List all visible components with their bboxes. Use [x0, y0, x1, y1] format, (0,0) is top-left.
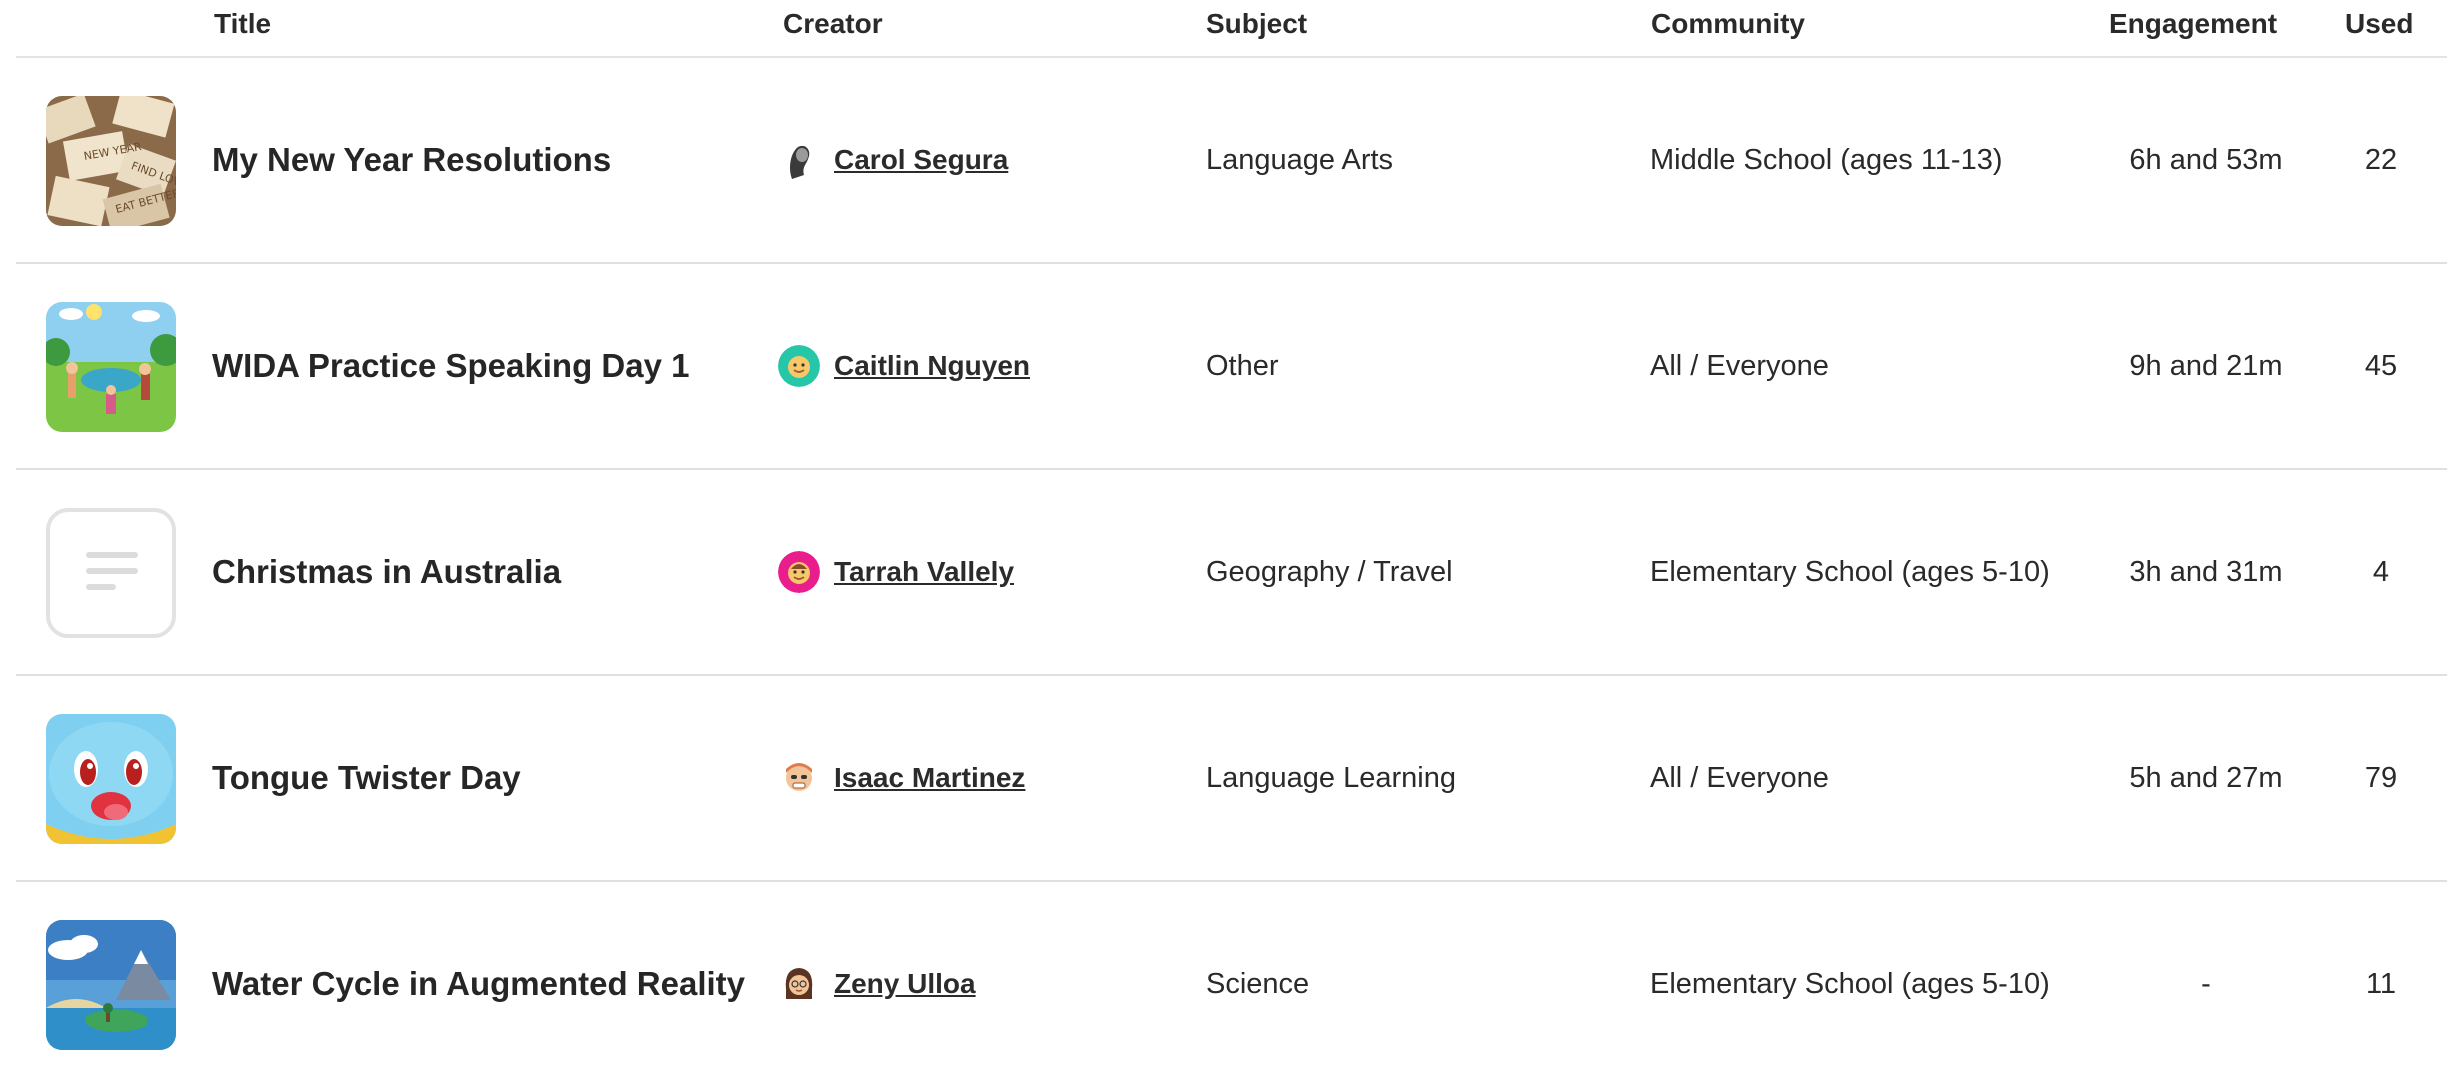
header-engagement[interactable]: Engagement [2109, 8, 2277, 40]
park-scene-thumbnail[interactable] [46, 302, 176, 432]
lesson-title[interactable]: Water Cycle in Augmented Reality [212, 882, 745, 1086]
emoji-avatar [778, 757, 820, 799]
subject: Language Learning [1206, 761, 1456, 794]
creator: Caitlin Nguyen [778, 264, 1030, 468]
creator-name-link[interactable]: Isaac Martinez [834, 762, 1025, 794]
community: Middle School (ages 11-13) [1650, 143, 2003, 176]
new-year-notes-thumbnail[interactable]: NEW YEAR FIND LOVE EAT BETTER [46, 96, 176, 226]
lesson-title[interactable]: My New Year Resolutions [212, 58, 611, 262]
creator: Isaac Martinez [778, 676, 1025, 880]
table-row[interactable]: Christmas in Australia Tarrah Vallely Ge… [16, 470, 2447, 676]
creator: Tarrah Vallely [778, 470, 1014, 674]
subject: Science [1206, 967, 1310, 1000]
creator-name-link[interactable]: Caitlin Nguyen [834, 350, 1030, 382]
header-creator[interactable]: Creator [783, 8, 883, 40]
profile-photo-avatar [778, 139, 820, 181]
table-row[interactable]: NEW YEAR FIND LOVE EAT BETTER My New Yea… [16, 58, 2447, 264]
used-count: 22 [2364, 143, 2398, 176]
lesson-title[interactable]: Christmas in Australia [212, 470, 561, 674]
community: All / Everyone [1650, 761, 1829, 794]
used-count: 11 [2365, 967, 2397, 1000]
header-community[interactable]: Community [1651, 8, 1805, 40]
emoji-avatar [778, 551, 820, 593]
emoji-avatar [778, 963, 820, 1005]
subject: Language Arts [1206, 143, 1394, 176]
creator: Zeny Ulloa [778, 882, 976, 1086]
creator-name-link[interactable]: Tarrah Vallely [834, 556, 1014, 588]
community: Elementary School (ages 5-10) [1650, 555, 2050, 588]
engagement: 3h and 31m [2129, 555, 2283, 588]
subject: Geography / Travel [1206, 555, 1453, 588]
engagement: 6h and 53m [2129, 143, 2283, 176]
used-count: 4 [2372, 555, 2390, 588]
lesson-title[interactable]: Tongue Twister Day [212, 676, 521, 880]
lessons-table: Title Creator Subject Community Engageme… [0, 0, 2447, 1086]
lesson-title[interactable]: WIDA Practice Speaking Day 1 [212, 264, 689, 468]
community: Elementary School (ages 5-10) [1650, 967, 2050, 1000]
cartoon-character-thumbnail[interactable] [46, 714, 176, 844]
header-title[interactable]: Title [214, 8, 271, 40]
header-used[interactable]: Used [2345, 8, 2413, 40]
creator-name-link[interactable]: Carol Segura [834, 144, 1008, 176]
subject: Other [1206, 349, 1279, 382]
engagement: 5h and 27m [2129, 761, 2283, 794]
water-cycle-thumbnail[interactable] [46, 920, 176, 1050]
creator-name-link[interactable]: Zeny Ulloa [834, 968, 976, 1000]
community: All / Everyone [1650, 349, 1829, 382]
used-count: 79 [2364, 761, 2398, 794]
table-header: Title Creator Subject Community Engageme… [16, 0, 2447, 58]
engagement: - [2201, 967, 2211, 1000]
table-row[interactable]: Tongue Twister Day Isaac Martinez Langua… [16, 676, 2447, 882]
creator: Carol Segura [778, 58, 1008, 262]
engagement: 9h and 21m [2129, 349, 2283, 382]
used-count: 45 [2364, 349, 2398, 382]
document-placeholder-icon[interactable] [46, 508, 176, 638]
table-row[interactable]: Water Cycle in Augmented Reality Zeny Ul… [16, 882, 2447, 1086]
header-subject[interactable]: Subject [1206, 8, 1307, 40]
table-row[interactable]: WIDA Practice Speaking Day 1 Caitlin Ngu… [16, 264, 2447, 470]
emoji-avatar [778, 345, 820, 387]
